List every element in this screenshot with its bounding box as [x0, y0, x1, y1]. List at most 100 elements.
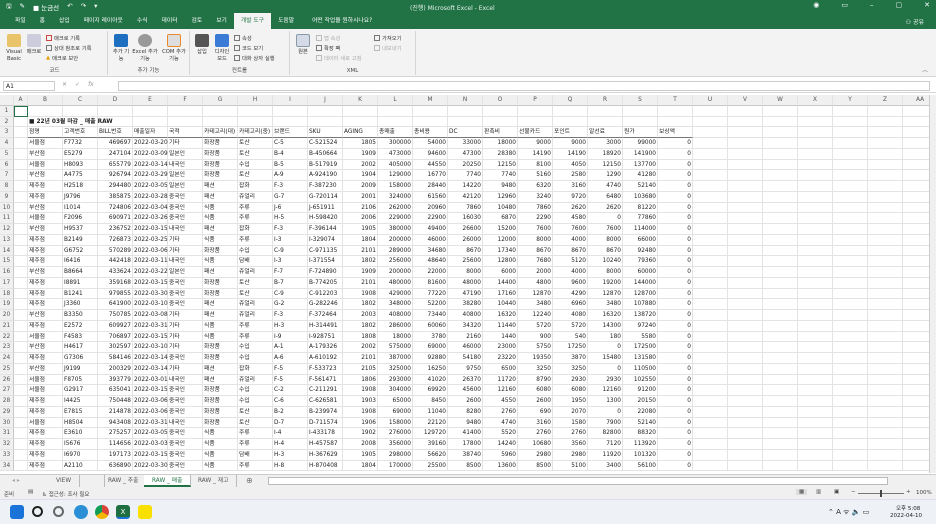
row-header-10[interactable]: 10: [0, 202, 14, 214]
cell-I3[interactable]: 브랜드: [273, 127, 308, 138]
gridlines-checkbox[interactable]: ■ 눈금선: [33, 2, 59, 13]
cell-B4[interactable]: 서울점: [28, 138, 63, 149]
cell-Q20[interactable]: 4080: [553, 310, 588, 321]
cell-I21[interactable]: H-3: [273, 320, 308, 332]
cell-U8[interactable]: [693, 181, 728, 192]
cell-Z33[interactable]: [868, 449, 903, 461]
cell-W29[interactable]: [763, 406, 798, 418]
macros-button[interactable]: 매크로: [24, 34, 44, 56]
select-all-corner[interactable]: [0, 95, 14, 106]
cell-Q21[interactable]: 5720: [553, 320, 588, 332]
cell-J29[interactable]: B-239974: [308, 406, 343, 418]
cell-H22[interactable]: 주류: [238, 331, 273, 343]
cell-D17[interactable]: 359168: [98, 277, 133, 289]
row-header-11[interactable]: 11: [0, 213, 14, 224]
cell-J1[interactable]: [308, 105, 343, 117]
cell-T34[interactable]: 0: [658, 460, 693, 472]
cell-T20[interactable]: 0: [658, 310, 693, 321]
cell-B8[interactable]: 제주점: [28, 181, 63, 192]
share-button[interactable]: ⚇ 공유: [906, 17, 924, 26]
cell-W19[interactable]: [763, 299, 798, 310]
cell-F12[interactable]: 내국인: [168, 224, 203, 235]
cell-N12[interactable]: 26600: [448, 224, 483, 235]
cell-U29[interactable]: [693, 406, 728, 418]
cell-A22[interactable]: [14, 331, 28, 343]
cell-E16[interactable]: 2022-03-22: [133, 267, 168, 278]
cell-K26[interactable]: 1806: [343, 374, 378, 386]
cell-W23[interactable]: [763, 342, 798, 353]
cell-I25[interactable]: F-5: [273, 363, 308, 375]
cell-X31[interactable]: [798, 428, 833, 439]
cell-M3[interactable]: 총비용: [413, 127, 448, 138]
cell-G17[interactable]: 화장품: [203, 277, 238, 289]
cell-C3[interactable]: 고객번호: [63, 127, 98, 138]
cell-F13[interactable]: 기타: [168, 234, 203, 246]
column-header-U[interactable]: U: [693, 95, 728, 106]
cell-O1[interactable]: [483, 105, 518, 117]
cell-P6[interactable]: 8100: [518, 159, 553, 171]
cell-Z29[interactable]: [868, 406, 903, 418]
cell-C32[interactable]: I5676: [63, 439, 98, 450]
cell-K23[interactable]: 2002: [343, 342, 378, 353]
cell-T17[interactable]: 0: [658, 277, 693, 289]
cell-R34[interactable]: 3400: [588, 460, 623, 472]
cell-H2[interactable]: [238, 116, 273, 128]
enter-icon[interactable]: ✓: [75, 81, 80, 88]
edge-icon[interactable]: [74, 505, 88, 519]
cell-T16[interactable]: 0: [658, 267, 693, 278]
cell-J17[interactable]: B-774205: [308, 277, 343, 289]
cell-J31[interactable]: I-433178: [308, 428, 343, 439]
cell-P10[interactable]: 7860: [518, 202, 553, 214]
cell-J26[interactable]: F-561471: [308, 374, 343, 386]
cell-Q34[interactable]: 5100: [553, 460, 588, 472]
cell-J11[interactable]: H-598420: [308, 213, 343, 224]
cell-R5[interactable]: 18920: [588, 148, 623, 160]
cell-H6[interactable]: 수입: [238, 159, 273, 171]
cell-N15[interactable]: 25600: [448, 256, 483, 267]
cell-C4[interactable]: F7732: [63, 138, 98, 149]
cell-S27[interactable]: 91200: [623, 385, 658, 396]
cell-X29[interactable]: [798, 406, 833, 418]
cell-H29[interactable]: 토산: [238, 406, 273, 418]
cell-D26[interactable]: 393779: [98, 374, 133, 386]
cell-I13[interactable]: I-3: [273, 234, 308, 246]
cell-Y13[interactable]: [833, 234, 868, 246]
cell-K25[interactable]: 2105: [343, 363, 378, 375]
cell-K7[interactable]: 1904: [343, 170, 378, 181]
cell-U7[interactable]: [693, 170, 728, 181]
cell-Z21[interactable]: [868, 320, 903, 332]
cell-G24[interactable]: 화장품: [203, 353, 238, 364]
row-header-30[interactable]: 30: [0, 417, 14, 429]
cell-B7[interactable]: 부산점: [28, 170, 63, 181]
cell-Y18[interactable]: [833, 288, 868, 300]
cell-Z2[interactable]: [868, 116, 903, 128]
cell-I32[interactable]: H-4: [273, 439, 308, 450]
cell-N23[interactable]: 46000: [448, 342, 483, 353]
cell-R16[interactable]: 8000: [588, 267, 623, 278]
cell-M25[interactable]: 16250: [413, 363, 448, 375]
cell-A16[interactable]: [14, 267, 28, 278]
cell-P28[interactable]: 2600: [518, 396, 553, 407]
cell-Y21[interactable]: [833, 320, 868, 332]
cell-P12[interactable]: 7600: [518, 224, 553, 235]
cell-S11[interactable]: 77860: [623, 213, 658, 224]
properties-button[interactable]: 속성: [234, 34, 252, 42]
cell-F28[interactable]: 중국인: [168, 396, 203, 407]
cell-D11[interactable]: 690971: [98, 213, 133, 224]
cell-J34[interactable]: H-870408: [308, 460, 343, 472]
cell-W3[interactable]: [763, 127, 798, 138]
restore-button[interactable]: ▢: [896, 1, 903, 9]
cell-V2[interactable]: [728, 116, 763, 128]
cell-F20[interactable]: 기타: [168, 310, 203, 321]
cell-Z30[interactable]: [868, 417, 903, 429]
cell-N9[interactable]: 42120: [448, 191, 483, 203]
cell-B12[interactable]: 부산점: [28, 224, 63, 235]
cell-F25[interactable]: 기타: [168, 363, 203, 375]
row-header-8[interactable]: 8: [0, 181, 14, 192]
page-layout-icon[interactable]: ▥: [816, 489, 821, 495]
cell-R14[interactable]: 8670: [588, 245, 623, 257]
cell-D8[interactable]: 294480: [98, 181, 133, 192]
cell-T12[interactable]: 0: [658, 224, 693, 235]
minimize-button[interactable]: –: [870, 1, 874, 9]
row-header-28[interactable]: 28: [0, 396, 14, 407]
